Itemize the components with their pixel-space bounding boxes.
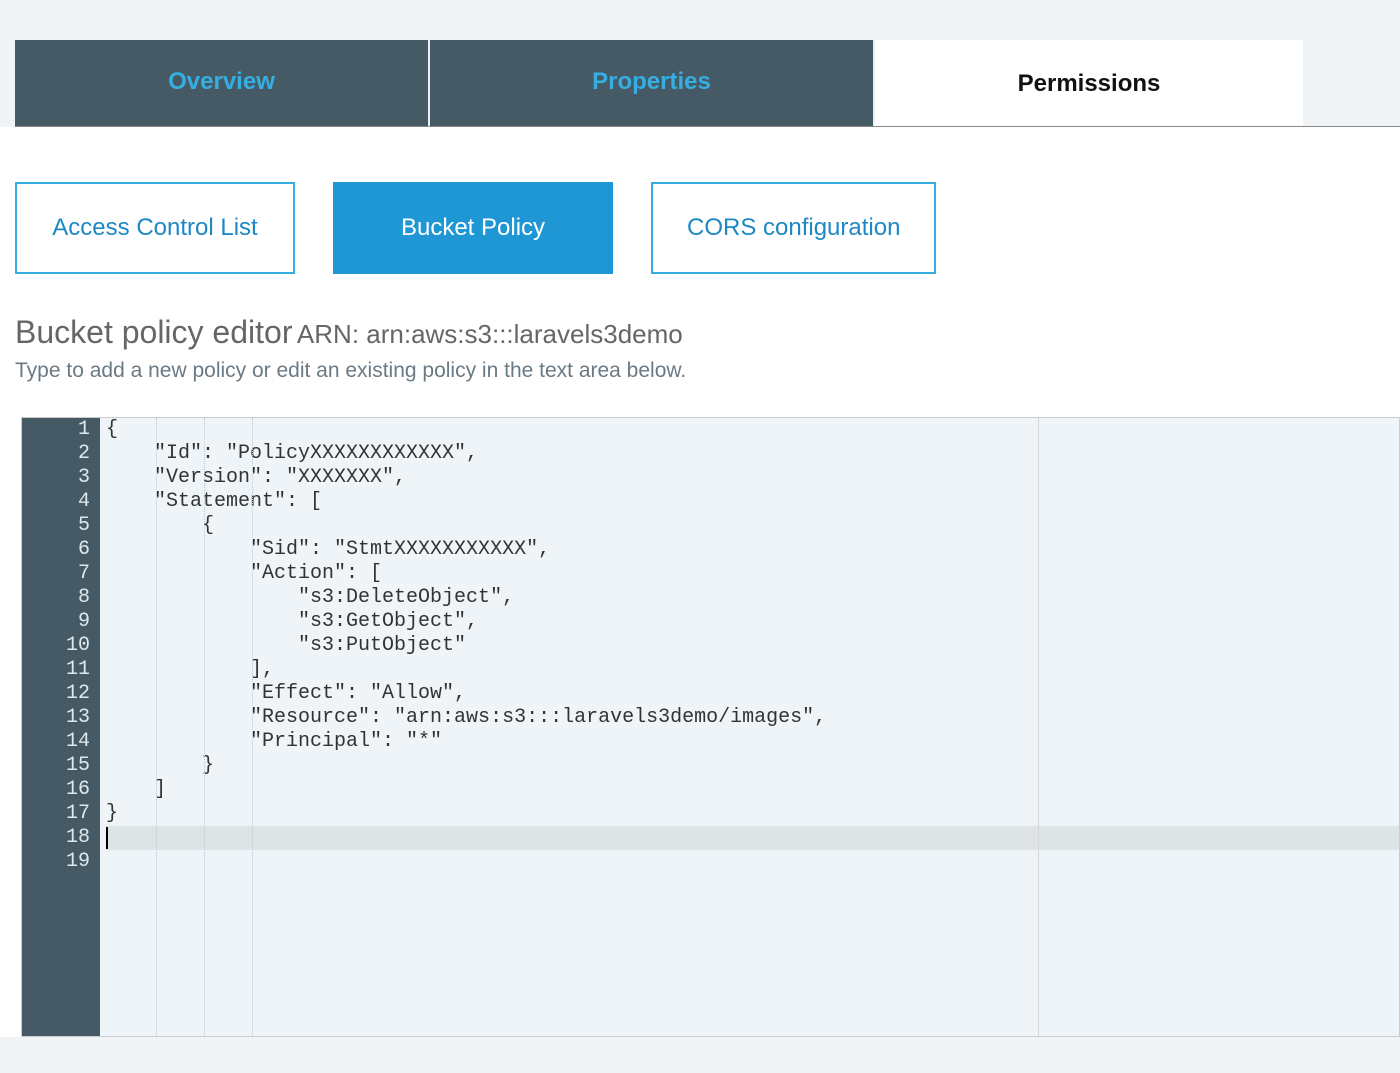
line-number: 5 (26, 514, 90, 538)
print-margin (1038, 418, 1039, 1036)
line-number: 8 (26, 586, 90, 610)
line-number: 4 (26, 490, 90, 514)
line-number: 7 (26, 562, 90, 586)
subtab-cors[interactable]: CORS configuration (651, 182, 936, 274)
code-line[interactable]: "Resource": "arn:aws:s3:::laravels3demo/… (106, 706, 1399, 730)
line-number: 18 (26, 826, 90, 850)
line-number: 9 (26, 610, 90, 634)
code-line[interactable]: { (106, 514, 1399, 538)
subtab-acl[interactable]: Access Control List (15, 182, 295, 274)
code-line[interactable]: "Statement": [ (106, 490, 1399, 514)
main-tabs: Overview Properties Permissions (15, 40, 1400, 127)
editor-arn-label: ARN: (297, 319, 366, 349)
permissions-panel: Access Control List Bucket Policy CORS c… (0, 127, 1400, 1037)
line-number: 13 (26, 706, 90, 730)
tab-properties[interactable]: Properties (430, 40, 875, 126)
line-number: 2 (26, 442, 90, 466)
indent-guide (156, 418, 157, 1036)
line-number: 11 (26, 658, 90, 682)
code-line[interactable]: "Action": [ (106, 562, 1399, 586)
line-number: 17 (26, 802, 90, 826)
code-line[interactable]: "s3:PutObject" (106, 634, 1399, 658)
code-line[interactable]: "Id": "PolicyXXXXXXXXXXXX", (106, 442, 1399, 466)
code-textarea[interactable]: { "Id": "PolicyXXXXXXXXXXXX", "Version":… (100, 418, 1399, 1036)
line-number: 10 (26, 634, 90, 658)
bucket-policy-editor[interactable]: 12345678910111213141516171819 { "Id": "P… (21, 417, 1400, 1037)
subtab-bucket-policy[interactable]: Bucket Policy (333, 182, 613, 274)
code-line[interactable]: { (106, 418, 1399, 442)
editor-arn-value: arn:aws:s3:::laravels3demo (366, 319, 682, 349)
line-number-gutter: 12345678910111213141516171819 (22, 418, 100, 1036)
line-number: 19 (26, 850, 90, 874)
code-line[interactable]: ], (106, 658, 1399, 682)
indent-guide (204, 418, 205, 1036)
line-number: 14 (26, 730, 90, 754)
line-number: 3 (26, 466, 90, 490)
line-number: 6 (26, 538, 90, 562)
code-line[interactable]: "Principal": "*" (106, 730, 1399, 754)
code-line[interactable]: "s3:DeleteObject", (106, 586, 1399, 610)
code-line[interactable]: } (106, 754, 1399, 778)
editor-description: Type to add a new policy or edit an exis… (15, 359, 1400, 383)
line-number: 16 (26, 778, 90, 802)
code-line[interactable]: "Version": "XXXXXXX", (106, 466, 1399, 490)
code-line[interactable]: "Effect": "Allow", (106, 682, 1399, 706)
code-line[interactable]: } (106, 802, 1399, 826)
text-cursor (106, 827, 108, 849)
line-number: 15 (26, 754, 90, 778)
code-line[interactable]: "Sid": "StmtXXXXXXXXXXX", (106, 538, 1399, 562)
code-line[interactable]: ] (106, 778, 1399, 802)
code-line[interactable] (106, 850, 1399, 874)
editor-title: Bucket policy editor (15, 314, 292, 350)
editor-header: Bucket policy editor ARN: arn:aws:s3:::l… (15, 314, 1400, 383)
tab-permissions[interactable]: Permissions (875, 40, 1303, 126)
code-line[interactable] (106, 826, 1399, 850)
line-number: 12 (26, 682, 90, 706)
code-line[interactable]: "s3:GetObject", (106, 610, 1399, 634)
line-number: 1 (26, 418, 90, 442)
indent-guide (252, 418, 253, 1036)
permissions-subtabs: Access Control List Bucket Policy CORS c… (15, 182, 1400, 274)
tab-overview[interactable]: Overview (15, 40, 430, 126)
